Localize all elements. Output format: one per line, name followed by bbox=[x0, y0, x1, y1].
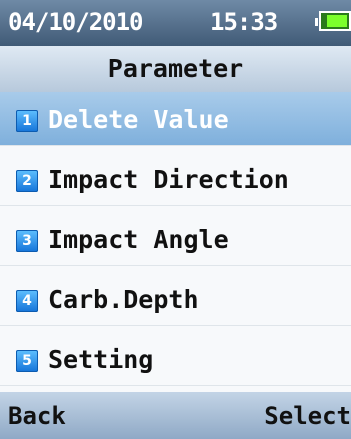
menu-item-delete-value[interactable]: 1 Delete Value bbox=[0, 92, 351, 146]
menu-item-label: Delete Value bbox=[48, 105, 229, 134]
softkey-bar: Back Select bbox=[0, 392, 351, 439]
menu-item-impact-angle[interactable]: 3 Impact Angle bbox=[0, 212, 351, 266]
number-1-icon: 1 bbox=[16, 110, 38, 132]
back-softkey[interactable]: Back bbox=[8, 402, 66, 430]
menu-item-label: Impact Direction bbox=[48, 165, 289, 194]
battery-body bbox=[319, 11, 351, 31]
battery-icon bbox=[315, 11, 351, 33]
parameter-menu: 1 Delete Value 2 Impact Direction 3 Impa… bbox=[0, 92, 351, 392]
menu-item-setting[interactable]: 5 Setting bbox=[0, 332, 351, 386]
status-date: 04/10/2010 bbox=[8, 8, 143, 36]
status-time: 15:33 bbox=[210, 8, 278, 36]
number-3-icon: 3 bbox=[16, 230, 38, 252]
menu-item-label: Carb.Depth bbox=[48, 285, 199, 314]
menu-item-impact-direction[interactable]: 2 Impact Direction bbox=[0, 152, 351, 206]
menu-item-label: Impact Angle bbox=[48, 225, 229, 254]
device-screen: 04/10/2010 15:33 Parameter 1 Delete Valu… bbox=[0, 0, 351, 439]
battery-tip bbox=[315, 18, 318, 26]
number-2-icon: 2 bbox=[16, 170, 38, 192]
status-bar: 04/10/2010 15:33 bbox=[0, 0, 351, 46]
battery-level-fill bbox=[327, 15, 347, 27]
number-5-icon: 5 bbox=[16, 350, 38, 372]
page-title: Parameter bbox=[107, 54, 244, 83]
select-softkey[interactable]: Select bbox=[264, 402, 351, 430]
menu-item-carb-depth[interactable]: 4 Carb.Depth bbox=[0, 272, 351, 326]
title-bar: Parameter bbox=[0, 46, 351, 92]
menu-item-label: Setting bbox=[48, 345, 154, 374]
number-4-icon: 4 bbox=[16, 290, 38, 312]
